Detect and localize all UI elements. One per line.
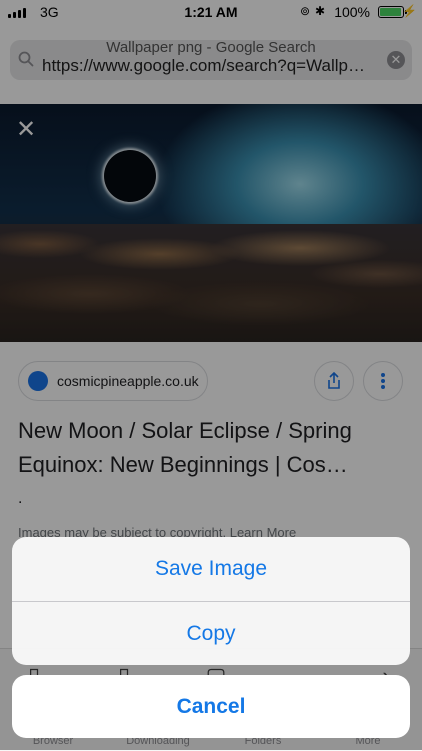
copy-button[interactable]: Copy	[12, 602, 410, 665]
save-image-button[interactable]: Save Image	[12, 537, 410, 601]
action-sheet: Save Image Copy	[12, 537, 410, 665]
cancel-button[interactable]: Cancel	[12, 675, 410, 738]
